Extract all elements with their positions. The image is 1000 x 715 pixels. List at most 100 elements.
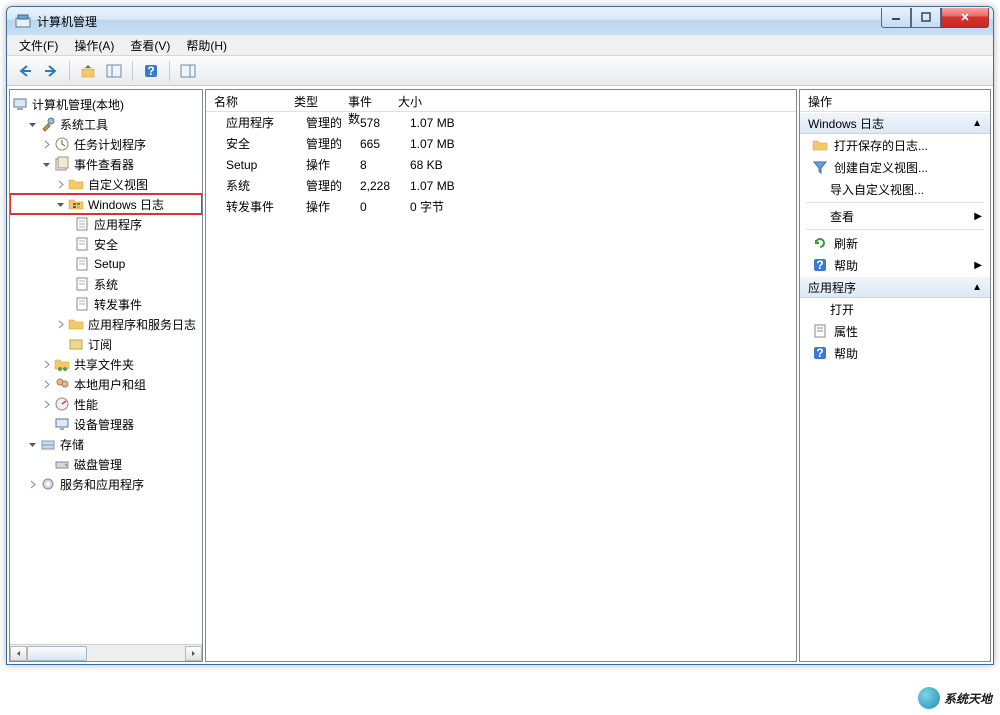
- collapse-icon[interactable]: [26, 438, 38, 450]
- show-hide-tree-button[interactable]: [102, 59, 126, 83]
- nav-tree: 计算机管理(本地) 系统工具 任务计划程序 事件查看器: [10, 90, 202, 644]
- help-icon: ?: [812, 345, 828, 361]
- scroll-thumb[interactable]: [27, 646, 87, 661]
- log-icon: [74, 276, 90, 292]
- expand-icon[interactable]: [40, 138, 52, 150]
- collapse-icon[interactable]: [40, 158, 52, 170]
- action-help-2[interactable]: ? 帮助: [800, 342, 990, 364]
- tree-log-setup[interactable]: Setup: [10, 254, 202, 274]
- tree-hscrollbar[interactable]: [10, 644, 202, 661]
- app-window: 计算机管理 文件(F) 操作(A) 查看(V) 帮助(H) ?: [6, 6, 994, 665]
- tree-root[interactable]: 计算机管理(本地): [10, 94, 202, 114]
- tree-storage[interactable]: 存储: [10, 434, 202, 454]
- up-level-button[interactable]: [76, 59, 100, 83]
- menu-file[interactable]: 文件(F): [11, 35, 66, 56]
- scroll-right-button[interactable]: [185, 646, 202, 661]
- tree-performance[interactable]: 性能: [10, 394, 202, 414]
- minimize-button[interactable]: [881, 8, 911, 28]
- expand-icon[interactable]: [40, 358, 52, 370]
- log-icon: [74, 296, 90, 312]
- tree-system-tools[interactable]: 系统工具: [10, 114, 202, 134]
- log-icon: [74, 236, 90, 252]
- action-properties[interactable]: 属性: [800, 320, 990, 342]
- open-folder-icon: [812, 137, 828, 153]
- action-refresh[interactable]: 刷新: [800, 232, 990, 254]
- tree-services-apps[interactable]: 服务和应用程序: [10, 474, 202, 494]
- list-row[interactable]: 系统 管理的 2,228 1.07 MB: [206, 175, 796, 196]
- tree-log-application[interactable]: 应用程序: [10, 214, 202, 234]
- users-icon: [54, 376, 70, 392]
- action-open-saved-log[interactable]: 打开保存的日志...: [800, 134, 990, 156]
- tree-app-service-logs[interactable]: 应用程序和服务日志: [10, 314, 202, 334]
- nav-back-button[interactable]: [13, 59, 37, 83]
- tree-local-users-groups[interactable]: 本地用户和组: [10, 374, 202, 394]
- toolbar-separator: [132, 61, 133, 81]
- shared-folder-icon: [54, 356, 70, 372]
- col-name[interactable]: 名称: [206, 90, 286, 111]
- tree-event-viewer[interactable]: 事件查看器: [10, 154, 202, 174]
- tree-disk-management[interactable]: 磁盘管理: [10, 454, 202, 474]
- maximize-button[interactable]: [911, 8, 941, 28]
- folder-icon: [68, 316, 84, 332]
- tree-log-system[interactable]: 系统: [10, 274, 202, 294]
- expand-icon[interactable]: [26, 478, 38, 490]
- actions-group-application[interactable]: 应用程序 ▲: [800, 276, 990, 298]
- list-row[interactable]: Setup 操作 8 68 KB: [206, 154, 796, 175]
- windows-folder-icon: [68, 196, 84, 212]
- expand-icon[interactable]: [54, 178, 66, 190]
- toolbar-separator: [69, 61, 70, 81]
- tree-shared-folders[interactable]: 共享文件夹: [10, 354, 202, 374]
- tree-log-security[interactable]: 安全: [10, 234, 202, 254]
- action-open[interactable]: 打开: [800, 298, 990, 320]
- menu-help[interactable]: 帮助(H): [178, 35, 235, 56]
- action-view[interactable]: 查看 ▶: [800, 205, 990, 227]
- actions-pane: 操作 Windows 日志 ▲ 打开保存的日志... 创建自定义视图... 导入…: [799, 89, 991, 662]
- separator: [806, 229, 984, 230]
- client-area: 计算机管理(本地) 系统工具 任务计划程序 事件查看器: [7, 86, 993, 664]
- expand-icon[interactable]: [40, 398, 52, 410]
- col-size[interactable]: 大小: [390, 90, 470, 111]
- refresh-icon: [812, 235, 828, 251]
- nav-forward-button[interactable]: [39, 59, 63, 83]
- list-header: 名称 类型 事件数 大小: [206, 90, 796, 112]
- close-button[interactable]: [941, 8, 989, 28]
- menu-action[interactable]: 操作(A): [66, 35, 122, 56]
- watermark: 系统天地: [918, 687, 992, 709]
- action-import-custom-view[interactable]: 导入自定义视图...: [800, 178, 990, 200]
- scroll-left-button[interactable]: [10, 646, 27, 661]
- svg-text:?: ?: [147, 64, 154, 78]
- event-viewer-icon: [54, 156, 70, 172]
- tree-windows-logs[interactable]: Windows 日志: [10, 194, 202, 214]
- tree-device-manager[interactable]: 设备管理器: [10, 414, 202, 434]
- menu-view[interactable]: 查看(V): [122, 35, 178, 56]
- titlebar: 计算机管理: [7, 7, 993, 35]
- list-row[interactable]: 转发事件 操作 0 0 字节: [206, 196, 796, 217]
- action-pane-button[interactable]: [176, 59, 200, 83]
- device-icon: [54, 416, 70, 432]
- col-type[interactable]: 类型: [286, 90, 340, 111]
- action-help[interactable]: ? 帮助 ▶: [800, 254, 990, 276]
- app-icon: [15, 13, 31, 29]
- action-create-custom-view[interactable]: 创建自定义视图...: [800, 156, 990, 178]
- list-body: 应用程序 管理的 578 1.07 MB 安全 管理的 665 1.07 MB …: [206, 112, 796, 661]
- svg-text:?: ?: [816, 346, 823, 360]
- tree-custom-views[interactable]: 自定义视图: [10, 174, 202, 194]
- list-row[interactable]: 应用程序 管理的 578 1.07 MB: [206, 112, 796, 133]
- submenu-arrow-icon: ▶: [974, 260, 982, 271]
- storage-icon: [40, 436, 56, 452]
- expand-icon[interactable]: [54, 318, 66, 330]
- toolbar-separator: [169, 61, 170, 81]
- expand-icon[interactable]: [40, 378, 52, 390]
- actions-group-windows-logs[interactable]: Windows 日志 ▲: [800, 112, 990, 134]
- tools-icon: [40, 116, 56, 132]
- performance-icon: [54, 396, 70, 412]
- collapse-icon[interactable]: [26, 118, 38, 130]
- tree-subscriptions[interactable]: 订阅: [10, 334, 202, 354]
- col-count[interactable]: 事件数: [340, 90, 390, 111]
- collapse-icon[interactable]: [54, 198, 66, 210]
- list-row[interactable]: 安全 管理的 665 1.07 MB: [206, 133, 796, 154]
- separator: [806, 202, 984, 203]
- tree-log-forwarded[interactable]: 转发事件: [10, 294, 202, 314]
- tree-task-scheduler[interactable]: 任务计划程序: [10, 134, 202, 154]
- help-button[interactable]: ?: [139, 59, 163, 83]
